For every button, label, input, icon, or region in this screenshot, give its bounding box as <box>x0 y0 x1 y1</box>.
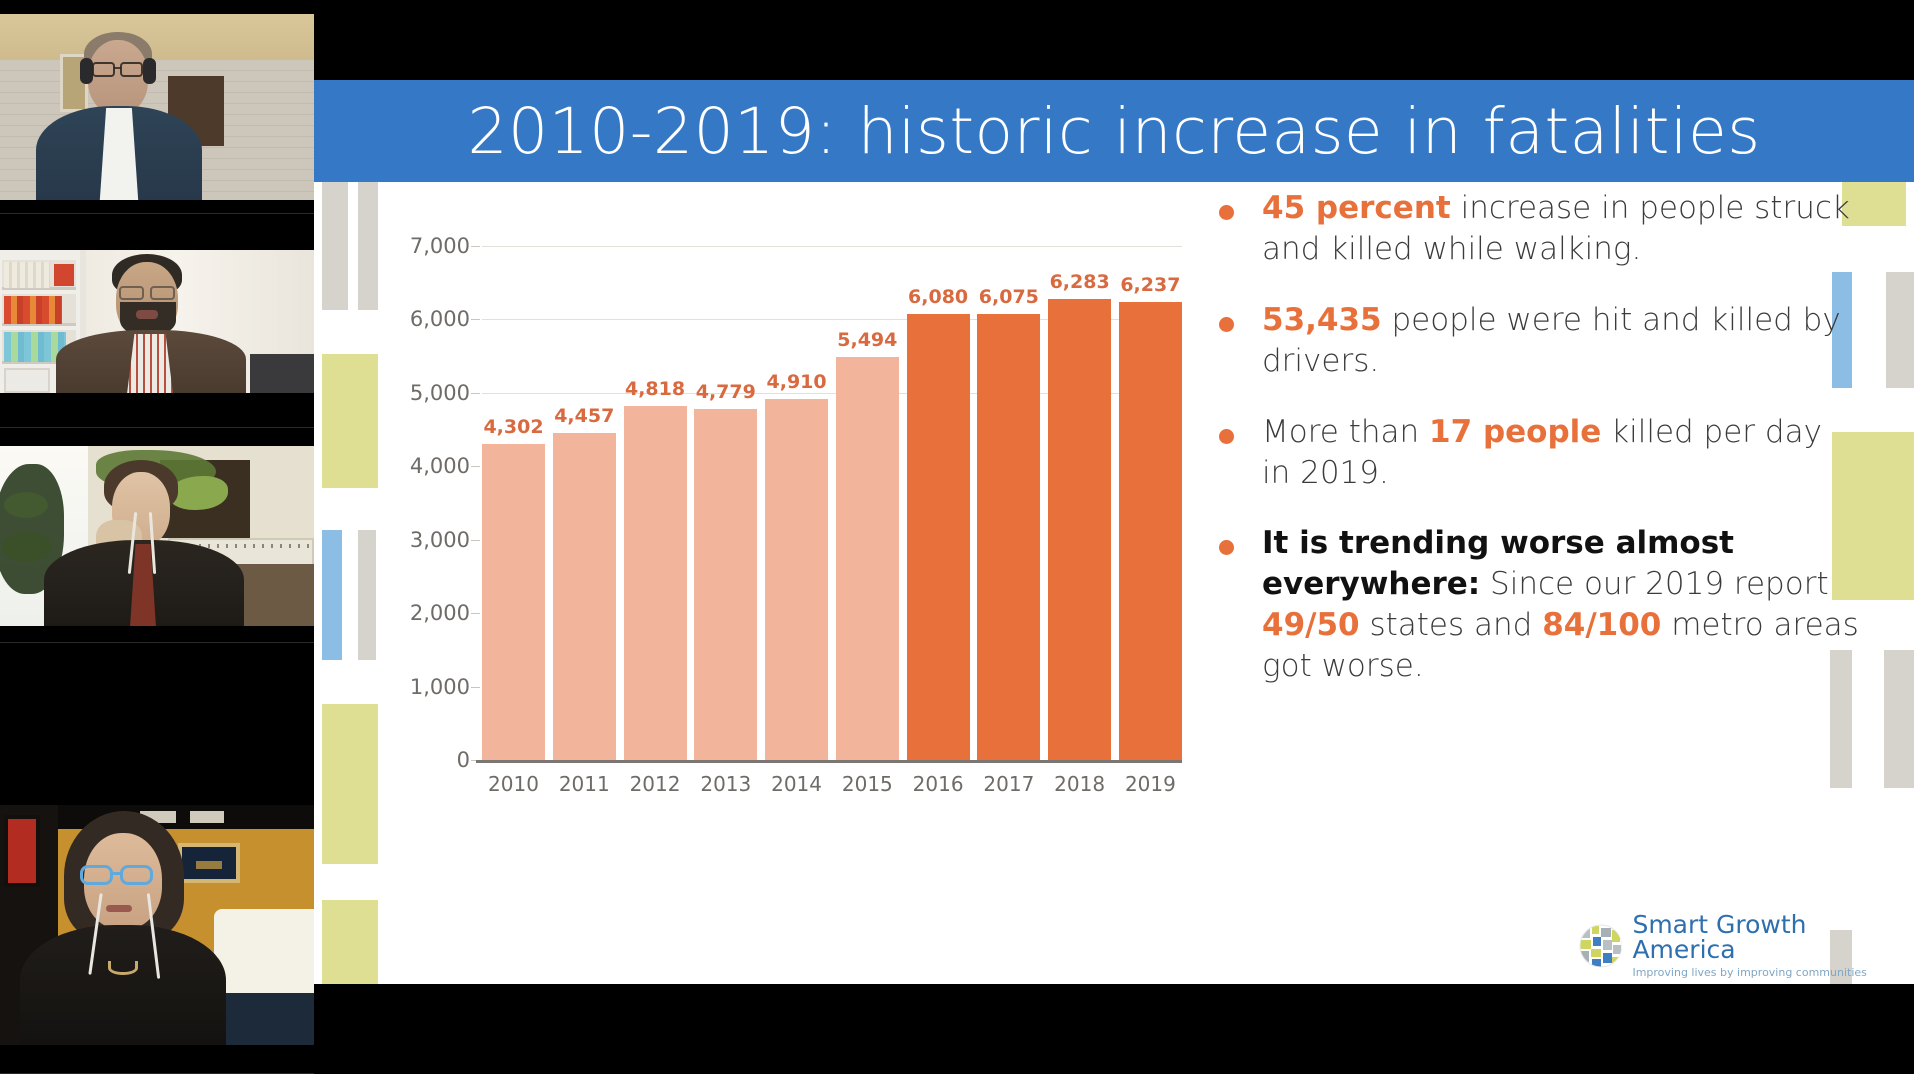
logo-name: Smart Growth America <box>1632 912 1914 962</box>
presentation-slide: 2010-2019: historic increase in fataliti… <box>314 80 1914 984</box>
deco-block-left-1 <box>322 182 348 310</box>
bullet-text-fragment: 49/50 <box>1262 607 1360 643</box>
slide-bullet-item: 45 percent increase in people struck and… <box>1219 188 1859 270</box>
chart-plot-area: 01,0002,0003,0004,0005,0006,0007,000 4,3… <box>482 246 1182 760</box>
bullet-text-fragment: states and <box>1360 607 1543 643</box>
bullet-text-fragment: Since our 2019 report <box>1480 566 1828 602</box>
deco-block-left-6 <box>322 704 378 864</box>
deco-block-left-3 <box>322 354 378 488</box>
chart-bar-column[interactable]: 6,0802016 <box>907 246 970 760</box>
deco-block-right-3 <box>1886 272 1914 388</box>
chart-bar[interactable] <box>1048 299 1111 760</box>
video-tile-participant-2[interactable]: Speaker 2 <box>0 214 314 428</box>
chart-y-tick-label: 1,000 <box>410 675 470 699</box>
slide-bullet-list: 45 percent increase in people struck and… <box>1219 188 1859 717</box>
chart-bar[interactable] <box>624 406 687 760</box>
chart-x-tick-label: 2010 <box>488 772 539 796</box>
chart-y-tick-mark <box>471 246 480 247</box>
chart-bar[interactable] <box>482 444 545 760</box>
chart-bar[interactable] <box>907 314 970 760</box>
chart-y-tick-mark <box>471 319 480 320</box>
chart-bar-column[interactable]: 6,2372019 <box>1119 246 1182 760</box>
bullet-dot-icon <box>1219 540 1234 555</box>
chart-y-tick-label: 2,000 <box>410 601 470 625</box>
chart-y-tick-label: 4,000 <box>410 454 470 478</box>
participant-filmstrip: Speaker 1 <box>0 0 314 1074</box>
video-scene-3 <box>0 446 314 626</box>
chart-x-tick-label: 2014 <box>771 772 822 796</box>
slide-title: 2010-2019: historic increase in fataliti… <box>467 95 1760 168</box>
slide-header-band: 2010-2019: historic increase in fataliti… <box>314 80 1914 182</box>
chart-bar-column[interactable]: 6,0752017 <box>977 246 1040 760</box>
deco-block-left-4 <box>322 530 342 660</box>
slide-bullet-item: 53,435 people were hit and killed by dri… <box>1219 300 1859 382</box>
chart-x-tick-label: 2018 <box>1054 772 1105 796</box>
chart-x-tick-label: 2015 <box>842 772 893 796</box>
chart-bar[interactable] <box>694 409 757 760</box>
chart-x-tick-label: 2011 <box>559 772 610 796</box>
logo-mark-icon <box>1579 924 1622 968</box>
chart-bar-column[interactable]: 4,3022010 <box>482 246 545 760</box>
deco-block-left-7 <box>322 900 378 984</box>
bullet-text: 53,435 people were hit and killed by dri… <box>1262 300 1859 382</box>
chart-bar[interactable] <box>765 399 828 760</box>
logo-tagline: Improving lives by improving communities <box>1632 966 1914 979</box>
chart-bar[interactable] <box>977 314 1040 760</box>
chart-x-tick-label: 2012 <box>630 772 681 796</box>
chart-x-tick-label: 2016 <box>913 772 964 796</box>
video-scene-4 <box>0 805 314 1045</box>
chart-x-tick-label: 2019 <box>1125 772 1176 796</box>
chart-bar-value-label: 6,237 <box>1087 274 1213 296</box>
screen: Speaker 1 <box>0 0 1914 1074</box>
chart-y-tick-mark <box>471 613 480 614</box>
chart-y-tick-mark <box>471 393 480 394</box>
chart-x-axis-line <box>476 760 1182 763</box>
bullet-text-fragment: More than <box>1262 414 1429 450</box>
chart-y-tick-mark <box>471 687 480 688</box>
slide-bullet-item: It is trending worse almost everywhere: … <box>1219 523 1859 687</box>
bullet-text-fragment: 84/100 <box>1542 607 1661 643</box>
chart-y-tick-label: 5,000 <box>410 381 470 405</box>
chart-bar-column[interactable]: 4,9102014 <box>765 246 828 760</box>
bullet-text: More than 17 people killed per day in 20… <box>1262 412 1859 494</box>
fatalities-bar-chart: 0 1,000 2,000 3,000 4,000 5,000 6,000 7,000 4,3… <box>374 200 1194 890</box>
bullet-dot-icon <box>1219 205 1234 220</box>
bullet-text: 45 percent increase in people struck and… <box>1262 188 1859 270</box>
video-tile-participant-3[interactable]: Speaker 3 <box>0 428 314 643</box>
chart-y-tick-mark <box>471 540 480 541</box>
bullet-text-fragment: 53,435 <box>1262 302 1382 338</box>
bullet-dot-icon <box>1219 429 1234 444</box>
chart-y-tick-label: 7,000 <box>410 234 470 258</box>
chart-bar-column[interactable]: 4,8182012 <box>624 246 687 760</box>
video-tile-participant-4[interactable]: Speaker 4 <box>0 643 314 1074</box>
smart-growth-america-logo: Smart Growth America Improving lives by … <box>1579 912 1914 979</box>
bullet-text-fragment: 17 people <box>1429 414 1601 450</box>
chart-x-tick-label: 2017 <box>983 772 1034 796</box>
chart-bar-column[interactable]: 5,4942015 <box>836 246 899 760</box>
chart-bar-column[interactable]: 4,4572011 <box>553 246 616 760</box>
chart-y-tick-label: 0 <box>457 748 470 772</box>
chart-bar[interactable] <box>553 433 616 760</box>
chart-bar[interactable] <box>836 357 899 760</box>
deco-block-right-6 <box>1884 650 1914 788</box>
slide-bullet-item: More than 17 people killed per day in 20… <box>1219 412 1859 494</box>
video-scene-2 <box>0 250 314 393</box>
chart-bar-column[interactable]: 4,7792013 <box>694 246 757 760</box>
chart-y-tick-mark <box>471 466 480 467</box>
video-scene-1 <box>0 14 314 200</box>
chart-x-tick-label: 2013 <box>700 772 751 796</box>
logo-text-block: Smart Growth America Improving lives by … <box>1632 912 1914 979</box>
video-tile-participant-1[interactable]: Speaker 1 <box>0 0 314 214</box>
chart-bars: 4,30220104,45720114,81820124,77920134,91… <box>482 246 1182 760</box>
chart-y-tick-label: 6,000 <box>410 307 470 331</box>
chart-bar-column[interactable]: 6,2832018 <box>1048 246 1111 760</box>
bullet-text-fragment: 45 percent <box>1262 190 1451 226</box>
bullet-dot-icon <box>1219 317 1234 332</box>
chart-bar[interactable] <box>1119 302 1182 760</box>
bullet-text: It is trending worse almost everywhere: … <box>1262 523 1859 687</box>
chart-y-tick-label: 3,000 <box>410 528 470 552</box>
